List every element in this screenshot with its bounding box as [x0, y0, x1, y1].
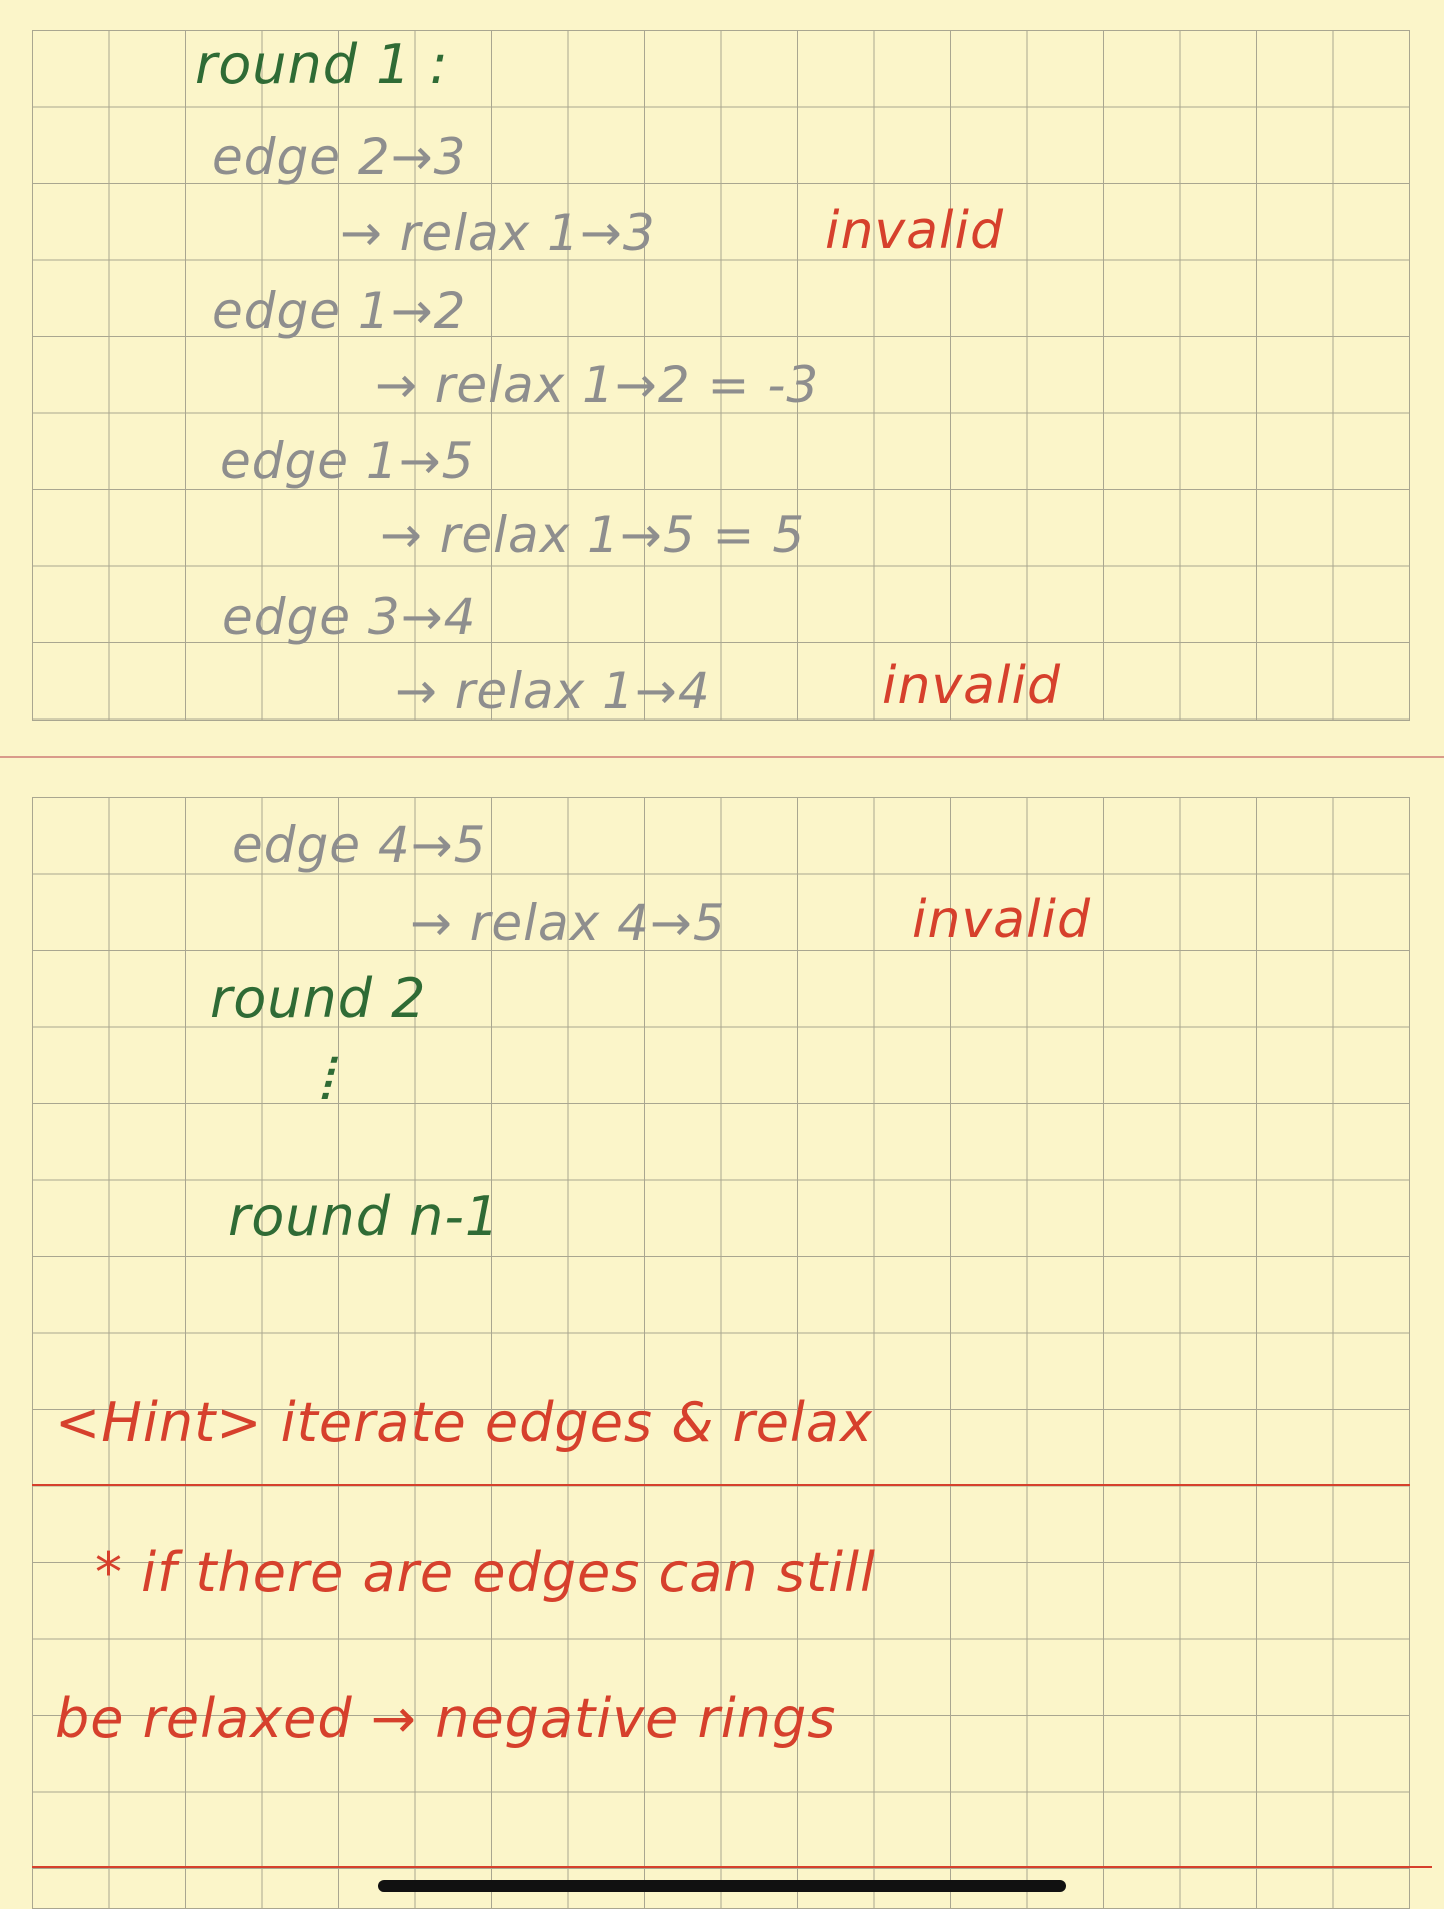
note-line-1: * if there are edges can still	[95, 1541, 877, 1604]
step-2-edge: edge 1→2	[212, 282, 467, 340]
step-1-edge: edge 2→3	[212, 128, 467, 186]
step-2-relax: → relax 1→2 = -3	[375, 356, 820, 414]
step-4-result: invalid	[882, 656, 1061, 716]
step-5-relax: → relax 4→5	[410, 894, 726, 952]
page-divider	[0, 756, 1444, 758]
home-indicator-bar[interactable]	[378, 1880, 1066, 1892]
step-3-edge: edge 1→5	[220, 432, 475, 490]
hint-underline	[32, 1484, 1410, 1486]
step-4-edge: edge 3→4	[222, 588, 477, 646]
step-1-relax: → relax 1→3	[340, 204, 656, 262]
step-3-relax: → relax 1→5 = 5	[380, 506, 806, 564]
step-4-relax: → relax 1→4	[395, 662, 711, 720]
note-underline	[32, 1866, 1432, 1868]
round-1-heading: round 1 :	[195, 33, 449, 96]
ellipsis-mark: ⦙	[318, 1045, 332, 1113]
step-1-result: invalid	[825, 201, 1004, 261]
round-n-minus-1-heading: round n-1	[228, 1185, 501, 1248]
round-2-heading: round 2	[210, 967, 427, 1030]
step-5-edge: edge 4→5	[232, 816, 487, 874]
note-line-2: be relaxed → negative rings	[55, 1687, 837, 1750]
hint-text: <Hint> iterate edges & relax	[55, 1391, 873, 1454]
step-5-result: invalid	[912, 890, 1091, 950]
